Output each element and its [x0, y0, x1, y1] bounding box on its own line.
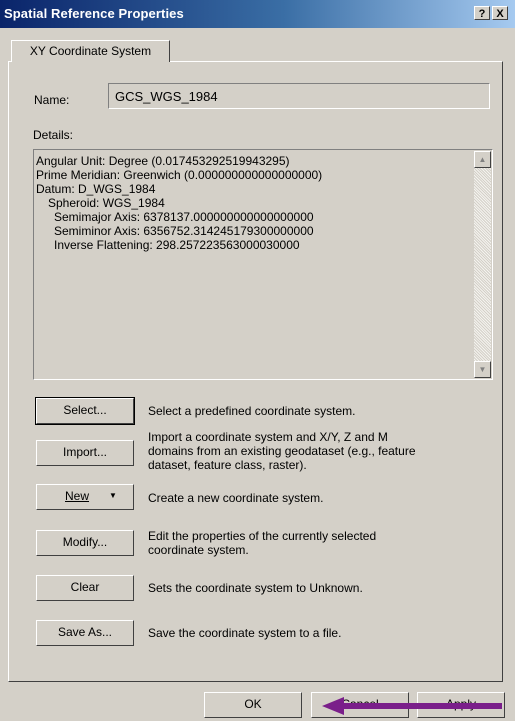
- modify-description: Edit the properties of the currently sel…: [148, 529, 377, 557]
- scroll-down-icon[interactable]: ▼: [474, 361, 491, 378]
- modify-button[interactable]: Modify...: [36, 530, 134, 556]
- details-label: Details:: [33, 128, 74, 142]
- details-line: Angular Unit: Degree (0.0174532925199432…: [36, 154, 290, 168]
- import-description: Import a coordinate system and X/Y, Z an…: [148, 430, 416, 472]
- annotation-arrow-icon: [322, 697, 502, 715]
- details-line: Inverse Flattening: 298.2572235630000300…: [54, 238, 300, 252]
- title-bar: Spatial Reference Properties ? X: [0, 0, 515, 28]
- name-field[interactable]: GCS_WGS_1984: [108, 83, 490, 109]
- details-line: Datum: D_WGS_1984: [36, 182, 156, 196]
- select-button[interactable]: Select...: [35, 397, 135, 425]
- clear-description: Sets the coordinate system to Unknown.: [148, 581, 363, 595]
- ok-button[interactable]: OK: [204, 692, 302, 718]
- clear-button[interactable]: Clear: [36, 575, 134, 601]
- select-description: Select a predefined coordinate system.: [148, 404, 356, 418]
- save-as-description: Save the coordinate system to a file.: [148, 626, 342, 640]
- details-line: Semiminor Axis: 6356752.3142451793000000…: [54, 224, 314, 238]
- details-box[interactable]: Angular Unit: Degree (0.0174532925199432…: [33, 149, 493, 380]
- details-line: Semimajor Axis: 6378137.0000000000000000…: [54, 210, 314, 224]
- new-button-label: New: [65, 489, 90, 503]
- new-button[interactable]: New ▼: [36, 484, 134, 510]
- window-title: Spatial Reference Properties: [4, 6, 184, 21]
- new-description: Create a new coordinate system.: [148, 491, 324, 505]
- tab-xy-coordinate-system[interactable]: XY Coordinate System: [11, 40, 170, 62]
- import-button[interactable]: Import...: [36, 440, 134, 466]
- save-as-button[interactable]: Save As...: [36, 620, 134, 646]
- dropdown-arrow-icon: ▼: [109, 491, 117, 500]
- details-scrollbar[interactable]: ▲ ▼: [474, 151, 491, 378]
- details-text: Angular Unit: Degree (0.0174532925199432…: [36, 154, 322, 252]
- name-label: Name:: [34, 93, 70, 107]
- help-button[interactable]: ?: [474, 6, 490, 20]
- details-line: Prime Meridian: Greenwich (0.00000000000…: [36, 168, 323, 182]
- close-button[interactable]: X: [492, 6, 508, 20]
- details-line: Spheroid: WGS_1984: [48, 196, 165, 210]
- scroll-up-icon[interactable]: ▲: [474, 151, 491, 168]
